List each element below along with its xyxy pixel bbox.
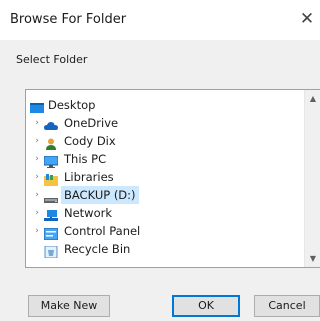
instruction-text: Select Folder (16, 53, 88, 66)
tree-item-label: Network (64, 206, 113, 220)
dialog-body: Select Folder Desktop › OneDrive › Cody … (0, 40, 320, 321)
tree-item-label: BACKUP (D:) (61, 186, 139, 204)
tree-item-label: Recycle Bin (64, 242, 131, 256)
tree-item-label: This PC (64, 152, 107, 166)
scroll-down-icon[interactable]: ▼ (305, 250, 320, 267)
tree-item-label: Desktop (48, 98, 96, 112)
expand-arrow-icon[interactable]: › (32, 204, 42, 222)
desktop-icon (30, 99, 44, 113)
expand-arrow-icon[interactable]: › (32, 168, 42, 186)
tree-item-label: Control Panel (64, 224, 141, 238)
scroll-up-icon[interactable]: ▲ (305, 90, 320, 107)
tree-item-libraries[interactable]: › Libraries (26, 168, 296, 186)
make-new-folder-button[interactable]: Make New Folder (28, 295, 110, 321)
expand-arrow-icon[interactable]: › (32, 222, 42, 240)
tree-item-user[interactable]: › Cody Dix (26, 132, 296, 150)
recycle-bin-icon (44, 243, 58, 259)
expand-arrow-icon (32, 240, 42, 258)
tree-item-network[interactable]: › Network (26, 204, 296, 222)
window-title: Browse For Folder (10, 12, 127, 27)
ok-button[interactable]: OK (172, 295, 240, 317)
close-icon[interactable]: ✕ (296, 6, 318, 32)
drive-icon (44, 189, 58, 203)
title-bar: Browse For Folder ✕ (0, 0, 320, 40)
network-icon (44, 207, 58, 221)
tree-item-onedrive[interactable]: › OneDrive (26, 114, 296, 132)
computer-icon (43, 153, 59, 168)
cloud-icon (44, 117, 58, 130)
tree-item-desktop[interactable]: Desktop (26, 96, 296, 114)
expand-arrow-icon[interactable]: › (32, 186, 42, 204)
tree-item-control-panel[interactable]: › Control Panel (26, 222, 296, 241)
tree-item-backup-drive[interactable]: › BACKUP (D:) (26, 186, 296, 204)
control-panel-icon (43, 225, 59, 241)
expand-arrow-icon[interactable]: › (32, 114, 42, 132)
tree-item-label: Cody Dix (64, 134, 116, 148)
folder-tree[interactable]: Desktop › OneDrive › Cody Dix › This PC … (25, 89, 320, 268)
tree-item-recycle-bin[interactable]: Recycle Bin (26, 240, 296, 259)
tree-item-this-pc[interactable]: › This PC (26, 150, 296, 168)
folder-tree-items: Desktop › OneDrive › Cody Dix › This PC … (26, 96, 306, 259)
tree-item-label: Libraries (64, 170, 114, 184)
user-icon (44, 135, 58, 150)
expand-arrow-icon[interactable]: › (32, 150, 42, 168)
libraries-icon (44, 171, 58, 186)
vertical-scrollbar[interactable]: ▲ ▼ (304, 90, 320, 267)
cancel-button[interactable]: Cancel (254, 295, 320, 317)
tree-item-label: OneDrive (64, 116, 119, 130)
expand-arrow-icon[interactable]: › (32, 132, 42, 150)
